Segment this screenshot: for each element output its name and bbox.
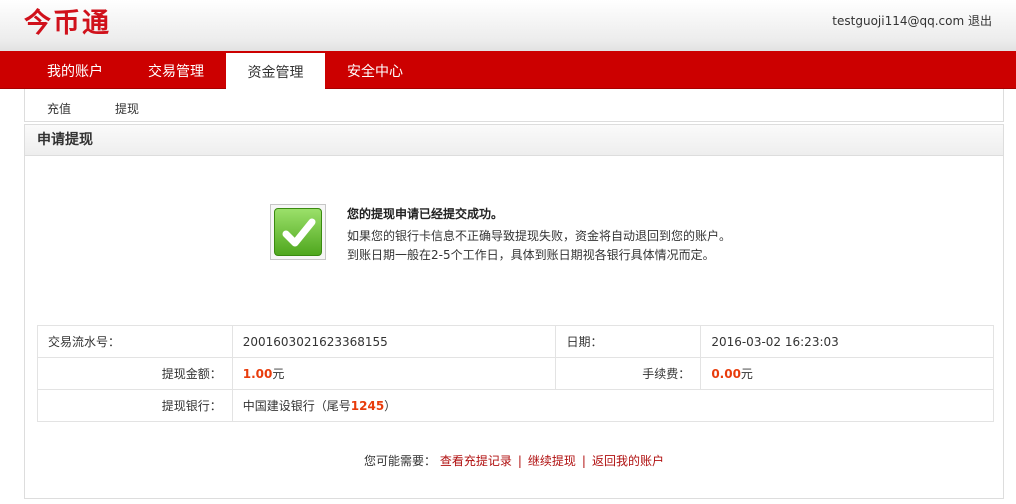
withdraw-details-table: 交易流水号： 2001603021623368155 日期： 2016-03-0…: [37, 325, 995, 422]
success-title: 您的提现申请已经提交成功。: [347, 207, 504, 221]
user-area: testguoji114@qq.com 退出: [832, 12, 992, 29]
nav-item-fund-management[interactable]: 资金管理: [226, 53, 325, 90]
panel-title: 申请提现: [25, 125, 1003, 156]
bank-name: 中国建设银行（尾号: [242, 399, 351, 413]
bank-close: ）: [384, 399, 397, 413]
nav-item-security-center[interactable]: 安全中心: [325, 51, 425, 89]
bank-tail: 1245: [350, 399, 385, 413]
header: 今币通 testguoji114@qq.com 退出: [0, 0, 1016, 51]
table-row: 提现银行： 中国建设银行（尾号1245）: [37, 389, 995, 422]
table-row: 提现金额： 1.00元 手续费： 0.00元: [37, 357, 994, 390]
logo[interactable]: 今币通: [24, 6, 111, 42]
serial-value: 2001603021623368155: [231, 325, 557, 358]
amount-cell: 1.00元: [231, 357, 557, 390]
success-check-icon: [270, 204, 326, 260]
separator: |: [517, 454, 522, 468]
main-nav: 我的账户 交易管理 资金管理 安全中心: [0, 51, 1016, 90]
amount-label: 提现金额：: [37, 357, 233, 390]
logout-link[interactable]: 退出: [968, 14, 992, 28]
user-email: testguoji114@qq.com: [832, 14, 965, 28]
footer-links: 您可能需要： 查看充提记录 | 继续提现 | 返回我的账户: [25, 452, 1003, 469]
fee-unit: 元: [740, 367, 753, 381]
back-to-account-link[interactable]: 返回我的账户: [592, 454, 664, 468]
success-message-2: 到账日期一般在2-5个工作日，具体到账日期视各银行具体情况而定。: [347, 248, 715, 262]
sub-nav: 充值 提现: [24, 89, 1004, 122]
subnav-item-withdraw[interactable]: 提现: [115, 89, 139, 129]
fee-value: 0.00: [711, 367, 741, 381]
continue-withdraw-link[interactable]: 继续提现: [528, 454, 576, 468]
fee-cell: 0.00元: [700, 357, 994, 390]
nav-item-my-account[interactable]: 我的账户: [24, 51, 126, 89]
bank-cell: 中国建设银行（尾号1245）: [231, 389, 995, 422]
date-value: 2016-03-02 16:23:03: [700, 325, 994, 358]
bank-label: 提现银行：: [37, 389, 233, 422]
withdraw-panel: 申请提现 您的提现申请已经提交成功。 如果您的银行卡信息不正确导致提现失败，资金…: [24, 124, 1004, 499]
separator: |: [581, 454, 586, 468]
table-row: 交易流水号： 2001603021623368155 日期： 2016-03-0…: [37, 325, 994, 358]
nav-item-trade-management[interactable]: 交易管理: [126, 51, 226, 89]
check-icon: [282, 218, 316, 247]
amount-value: 1.00: [242, 367, 273, 381]
fee-label: 手续费：: [555, 357, 702, 390]
serial-label: 交易流水号：: [37, 325, 233, 358]
success-message-1: 如果您的银行卡信息不正确导致提现失败，资金将自动退回到您的账户。: [347, 229, 732, 243]
date-label: 日期：: [555, 325, 702, 358]
view-records-link[interactable]: 查看充提记录: [440, 454, 512, 468]
footer-prompt: 您可能需要：: [364, 454, 437, 468]
subnav-item-recharge[interactable]: 充值: [47, 89, 71, 129]
amount-unit: 元: [272, 367, 285, 381]
